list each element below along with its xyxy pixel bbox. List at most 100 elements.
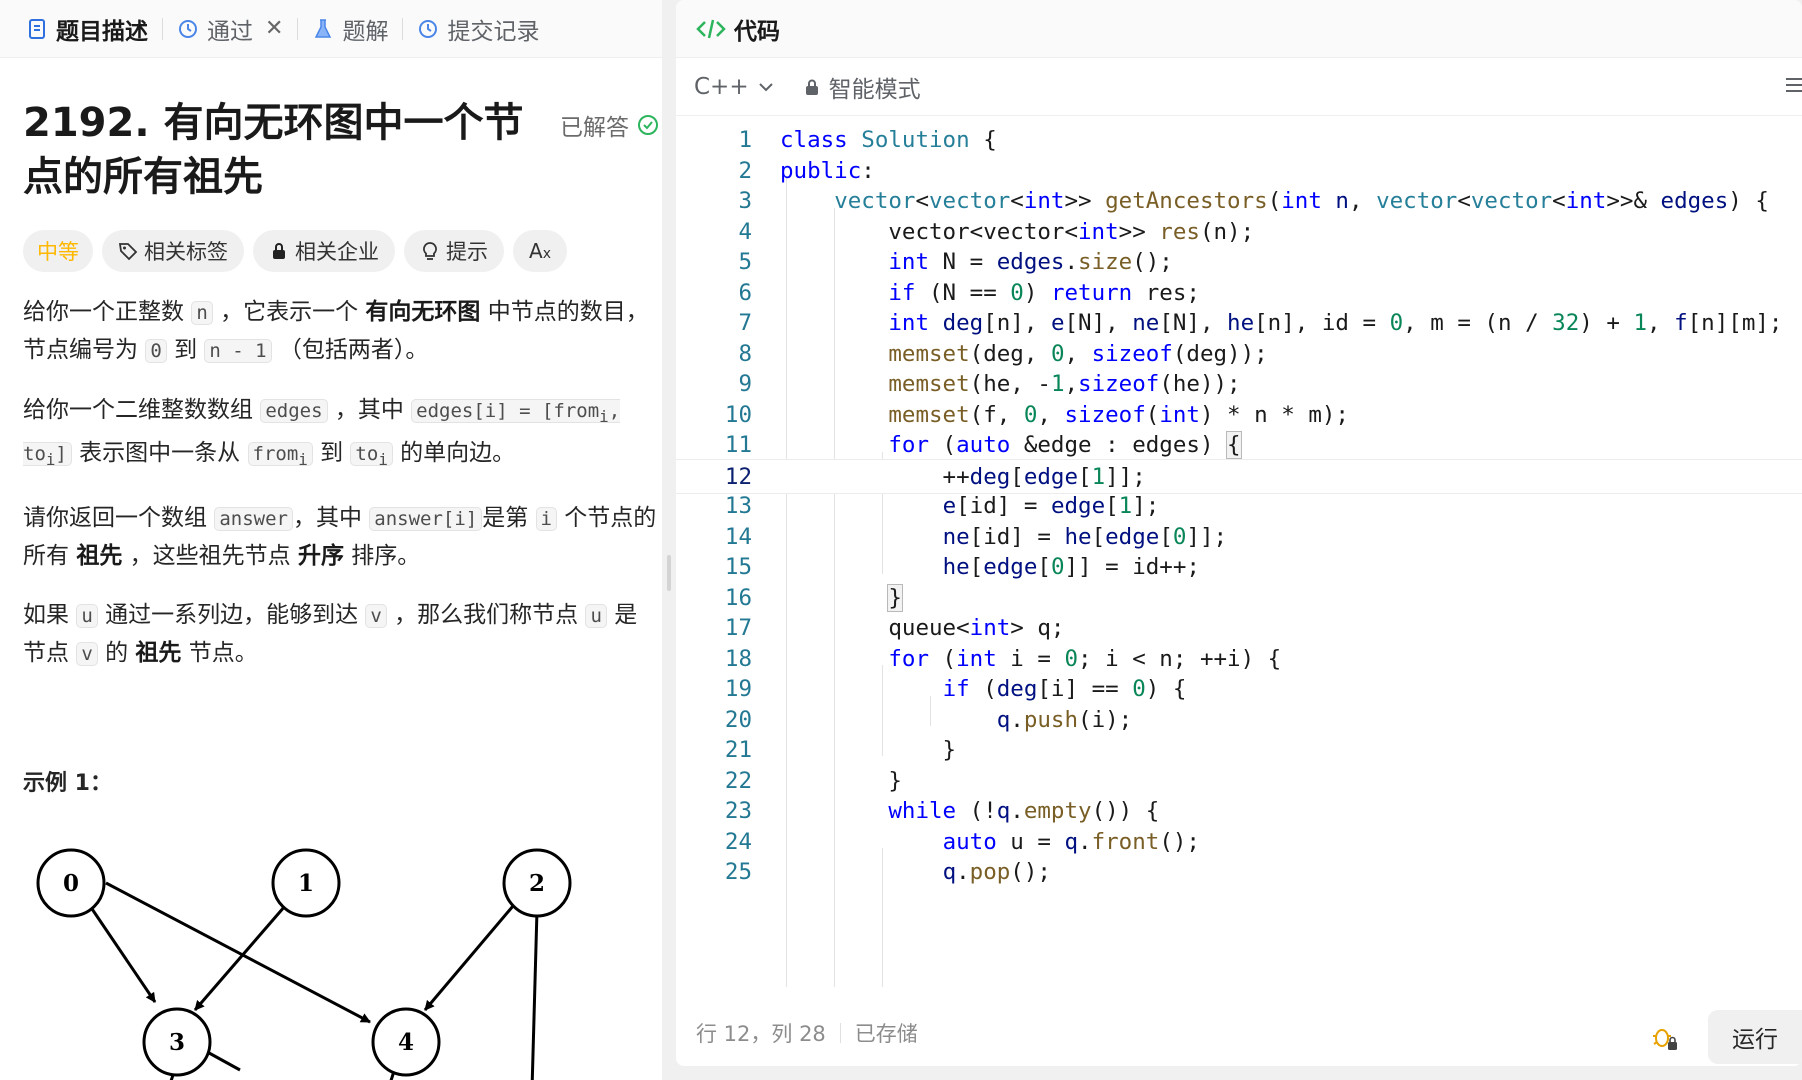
line-number: 5: [738, 249, 752, 275]
description-paragraph: 请你返回一个数组 answer ，其中 answer[i] 是第 i 个节点的所有 …: [23, 504, 657, 569]
code-header: 代码: [676, 0, 1802, 58]
description-paragraph: 如果 u 通过一系列边，能够到达 v ，那么我们称节点 u 是节点 v 的 祖先…: [23, 601, 638, 666]
code-text: int deg[n], e[N], ne[N], he[n], id = 0, …: [888, 310, 1783, 336]
graph-node-label: 4: [398, 1029, 414, 1056]
problem-title: 2192. 有向无环图中一个节点的所有祖先: [23, 100, 524, 200]
description-paragraph: 给你一个正整数 n ，它表示一个 有向无环图 中节点的数目，节点编号为 0 到 …: [23, 299, 649, 363]
run-button[interactable]: 运行: [1708, 1010, 1802, 1064]
smart-mode-label: 智能模式: [828, 76, 921, 103]
code-line: 25 q.pop();: [676, 855, 1802, 890]
tab-submissions[interactable]: 提交记录: [409, 0, 547, 58]
difficulty-badge: 中等: [23, 230, 93, 272]
tab-submissions-label: 提交记录: [447, 18, 540, 45]
code-line: 11 for (auto &edge : edges) {: [676, 428, 1802, 463]
code-line: 15 he[edge[0]] = id++;: [676, 550, 1802, 585]
code-text: e[id] = edge[1];: [942, 493, 1160, 519]
code-panel: 代码 C++ 智能模式 1 class Solution { 2 public: 3…: [676, 0, 1802, 1066]
history-icon: [419, 19, 438, 38]
line-number: 15: [724, 554, 752, 580]
translate-button[interactable]: Ax: [513, 230, 567, 272]
tab-divider: [297, 17, 299, 40]
tab-solutions[interactable]: 题解: [304, 0, 396, 58]
tab-passed-label: 通过: [207, 18, 253, 45]
graph-node-label: 3: [169, 1029, 185, 1056]
resize-handle[interactable]: [667, 555, 671, 591]
code-header-title: 代码: [734, 18, 780, 45]
graph-node-label: 2: [529, 870, 545, 897]
problem-panel: 题目描述 通过 ✕ 题解 提交记录 2192. 有向无环图中一个节点的所有祖先 …: [0, 0, 662, 1080]
cursor-position: 行 12，列 28: [696, 1022, 826, 1046]
chevron-down-icon: [758, 82, 773, 91]
line-number: 9: [738, 371, 752, 397]
menu-icon[interactable]: [1784, 73, 1802, 97]
line-number: 17: [724, 615, 752, 641]
code-text: vector<vector<int>> getAncestors(int n, …: [834, 188, 1769, 214]
tab-passed[interactable]: 通过 ✕: [169, 0, 291, 58]
code-line: 3 vector<vector<int>> getAncestors(int n…: [676, 184, 1802, 219]
lock-icon: [273, 243, 285, 259]
problem-content: 2192. 有向无环图中一个节点的所有祖先 已解答 中等 相关标签 相关企业 提…: [23, 96, 658, 797]
flask-icon: [315, 18, 332, 38]
graph-edge: [193, 905, 287, 1011]
graph-node: 1: [271, 848, 341, 918]
problem-tabs: 题目描述 通过 ✕ 题解 提交记录: [0, 0, 662, 58]
related-tags-label: 相关标签: [144, 240, 228, 264]
line-number: 19: [724, 676, 752, 702]
hint-label: 提示: [446, 240, 488, 264]
code-editor[interactable]: 1 class Solution { 2 public: 3 vector<vect…: [676, 117, 1802, 987]
code-line: 9 memset(he, -1,sizeof(he));: [676, 367, 1802, 402]
line-number: 11: [724, 432, 752, 458]
graph-node-label: 0: [63, 870, 79, 897]
code-text: he[edge[0]] = id++;: [942, 554, 1200, 580]
line-number: 13: [724, 493, 752, 519]
tab-divider: [162, 17, 163, 40]
line-number: 21: [724, 737, 752, 763]
graph-node: 0: [36, 848, 106, 918]
line-number: 23: [724, 798, 752, 824]
graph-edge: [423, 905, 515, 1011]
tab-solutions-label: 题解: [342, 18, 389, 45]
code-line: 17 queue<int> q;: [676, 611, 1802, 646]
editor-toolbar: C++ 智能模式: [676, 58, 1802, 116]
code-text: queue<int> q;: [780, 615, 1065, 641]
graph-node: 2: [502, 848, 572, 918]
tag-icon: [118, 243, 138, 261]
code-text: q.pop();: [942, 859, 1051, 885]
language-select[interactable]: C++: [694, 74, 775, 100]
graph-edge: [530, 909, 539, 1080]
lock-icon: [805, 79, 818, 95]
code-line: 19 if (deg[i] == 0) {: [676, 672, 1802, 707]
history-icon: [179, 19, 197, 38]
graph-edge: [86, 902, 157, 1003]
translate-icon: Ax: [529, 239, 551, 263]
editor-statusbar: 行 12，列 28 已存储: [676, 1000, 1802, 1066]
hint-button[interactable]: 提示: [404, 230, 504, 272]
tab-description[interactable]: 题目描述: [18, 0, 156, 58]
code-text: memset(he, -1,sizeof(he));: [888, 371, 1241, 397]
debug-icon[interactable]: [1650, 1024, 1680, 1054]
code-text: while (!q.empty()) {: [888, 798, 1160, 824]
description-paragraph: 给你一个二维整数数组 edges ，其中 edges[i] = [fromi, …: [23, 397, 621, 469]
code-text: for (auto &edge : edges) {: [888, 431, 1242, 459]
code-icon: [696, 19, 726, 38]
line-number: 25: [724, 859, 752, 885]
save-status: 已存储: [854, 1022, 918, 1046]
status-divider: [839, 1023, 841, 1043]
example-graph: 0 1 2 3 4: [36, 848, 572, 1080]
close-icon[interactable]: ✕: [265, 16, 283, 41]
smart-mode-toggle[interactable]: 智能模式: [803, 70, 921, 104]
language-label: C++: [694, 73, 749, 100]
code-line: 5 int N = edges.size();: [676, 245, 1802, 280]
related-tags-button[interactable]: 相关标签: [102, 230, 244, 272]
problem-tags: 中等 相关标签 相关企业 提示 Ax: [23, 230, 653, 272]
tab-divider: [402, 17, 404, 40]
graph-node: 4: [371, 1007, 441, 1077]
code-text: int N = edges.size();: [888, 249, 1173, 275]
line-number: 1: [738, 127, 752, 153]
tab-description-label: 题目描述: [56, 18, 148, 45]
document-icon: [29, 18, 45, 39]
related-companies-button[interactable]: 相关企业: [253, 230, 395, 272]
panel-resizer[interactable]: [662, 0, 676, 1080]
code-line: 13 e[id] = edge[1];: [676, 489, 1802, 524]
check-circle-icon: [638, 115, 658, 135]
